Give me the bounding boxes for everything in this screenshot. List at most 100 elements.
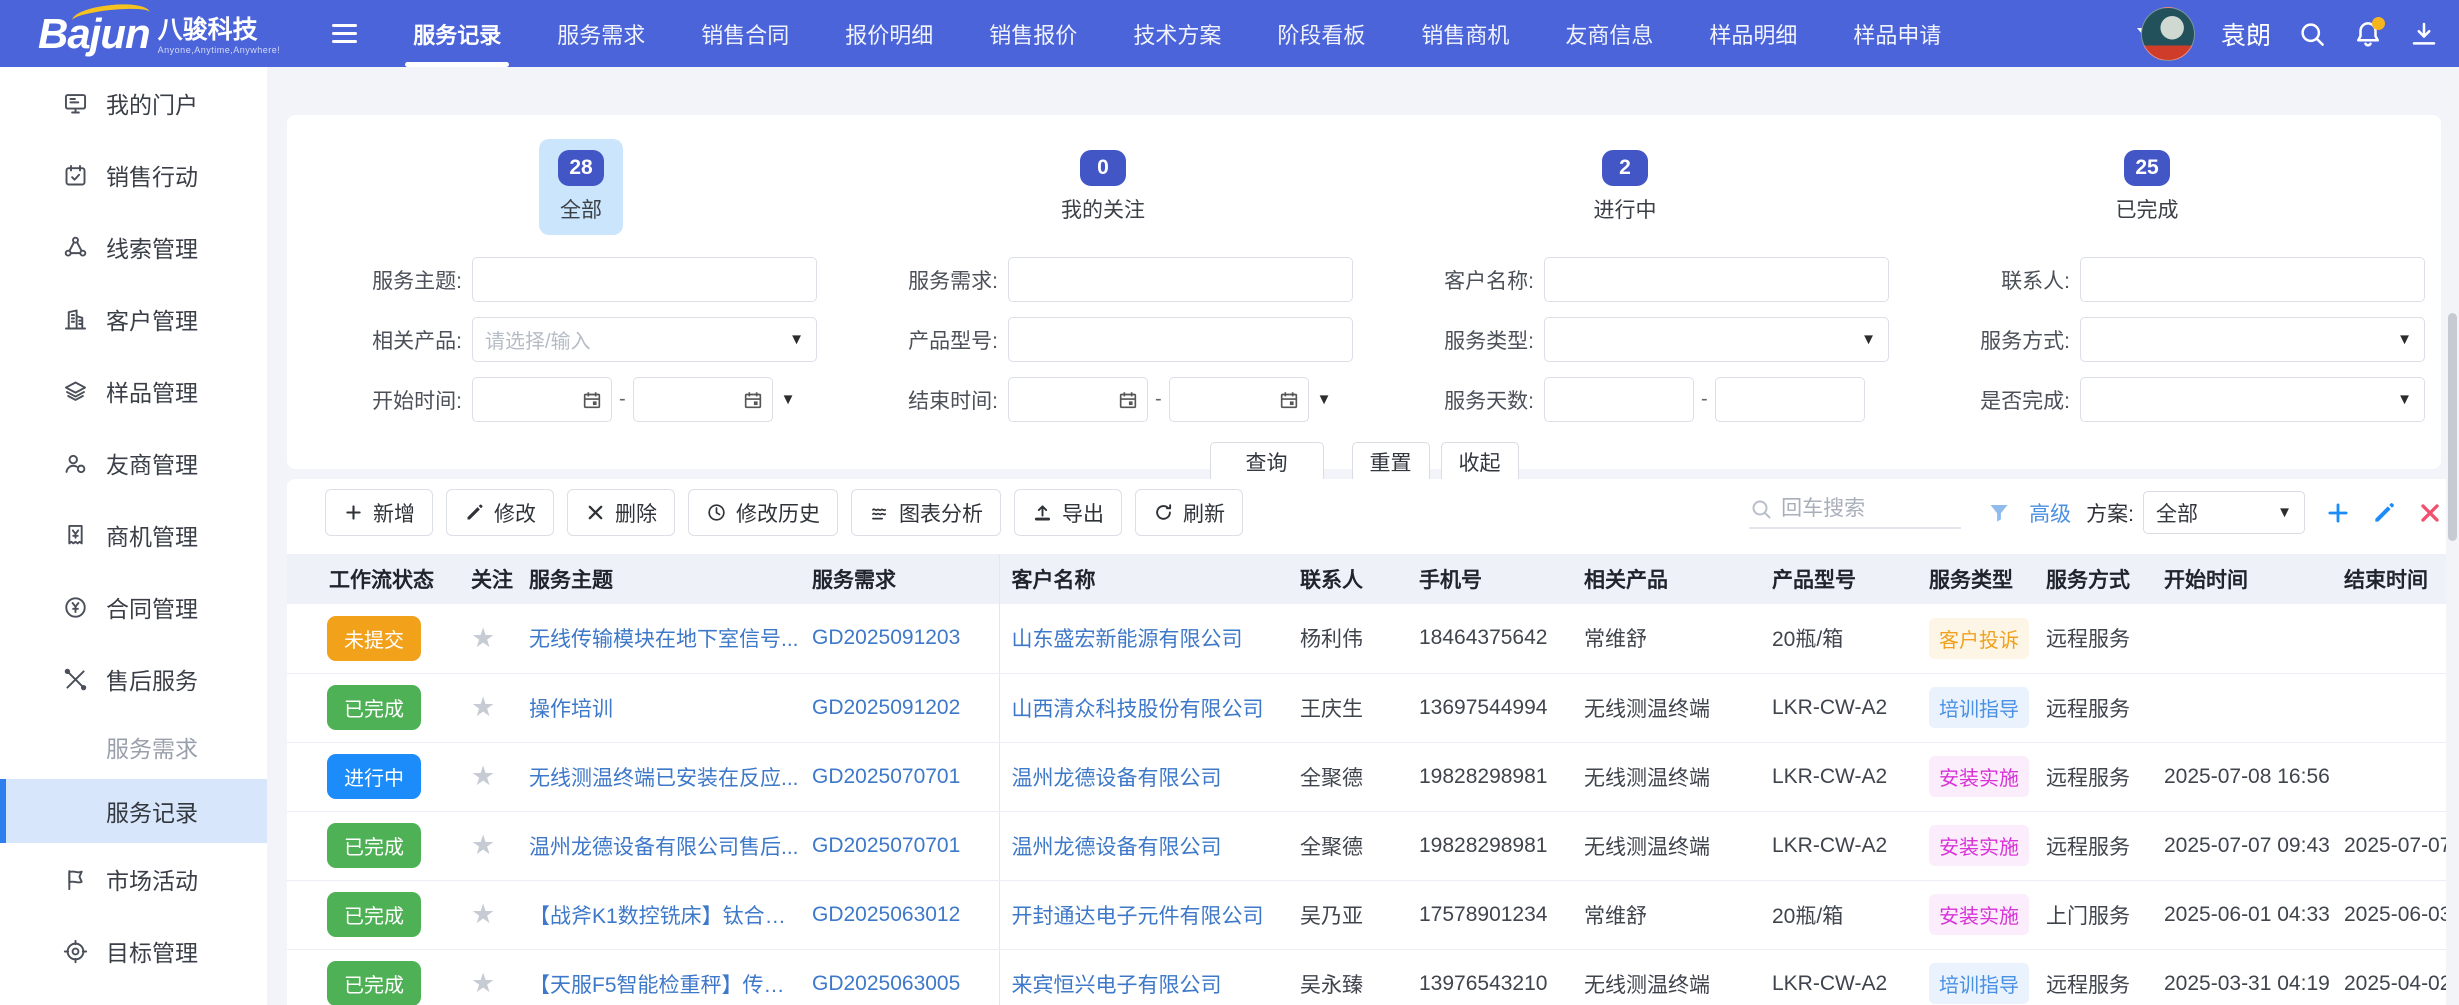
table-row[interactable]: 进行中 ★ 无线测温终端已安装在反应... GD2025070701 温州龙德设… xyxy=(287,742,2459,811)
toolbar-button[interactable]: 新增 xyxy=(325,489,433,536)
nav-tab[interactable]: 销售商机 xyxy=(1411,0,1519,67)
nav-tab[interactable]: 友商信息 xyxy=(1555,0,1663,67)
sidebar-item[interactable]: 市场活动 xyxy=(0,843,267,915)
contact-input[interactable] xyxy=(2080,257,2425,302)
sidebar-item[interactable]: 样品管理 xyxy=(0,355,267,427)
service-topic-link[interactable]: 温州龙德设备有限公司售后... xyxy=(529,831,799,861)
service-topic-link[interactable]: 操作培训 xyxy=(529,693,613,723)
table-row[interactable]: 已完成 ★ 【天服F5智能检重秤】传送... GD2025063005 来宾恒兴… xyxy=(287,949,2459,1005)
page-scrollbar-thumb[interactable] xyxy=(2448,313,2457,541)
collapse-button[interactable]: 收起 xyxy=(1441,442,1519,482)
nav-tab[interactable]: 销售合同 xyxy=(691,0,799,67)
page-scrollbar-track[interactable] xyxy=(2446,67,2459,1005)
filter-funnel-icon[interactable] xyxy=(1987,501,2011,525)
star-icon[interactable]: ★ xyxy=(471,968,495,998)
end-date-to-input[interactable] xyxy=(1169,377,1309,422)
product-model-input[interactable] xyxy=(1008,317,1353,362)
start-date-to-input[interactable] xyxy=(633,377,773,422)
end-date-from-input[interactable] xyxy=(1008,377,1148,422)
bell-icon[interactable] xyxy=(2353,19,2383,49)
customer-link[interactable]: 温州龙德设备有限公司 xyxy=(1012,762,1222,792)
username[interactable]: 袁朗 xyxy=(2221,16,2271,52)
toolbar-button[interactable]: 刷新 xyxy=(1135,489,1243,536)
sidebar-item[interactable]: 合同管理 xyxy=(0,571,267,643)
service-demand-link[interactable]: GD2025091203 xyxy=(812,626,960,650)
avatar[interactable] xyxy=(2141,7,2195,61)
star-icon[interactable]: ★ xyxy=(471,692,495,722)
customer-name-input[interactable] xyxy=(1544,257,1889,302)
sidebar-item[interactable]: 商机管理 xyxy=(0,499,267,571)
status-tab[interactable]: 2 进行中 xyxy=(1364,139,1886,235)
service-method-select[interactable]: ▼ xyxy=(2080,317,2425,362)
is-finished-select[interactable]: ▼ xyxy=(2080,377,2425,422)
service-topic-input[interactable] xyxy=(472,257,817,302)
star-icon[interactable]: ★ xyxy=(471,623,495,653)
service-type-select[interactable]: ▼ xyxy=(1544,317,1889,362)
start-date-from-input[interactable] xyxy=(472,377,612,422)
advanced-link[interactable]: 高级 xyxy=(2029,498,2071,528)
nav-tab[interactable]: 样品申请 xyxy=(1843,0,1951,67)
service-topic-link[interactable]: 【战斧K1数控铣床】钛合金... xyxy=(529,900,800,930)
service-demand-link[interactable]: GD2025063005 xyxy=(812,972,960,996)
query-button[interactable]: 查询 xyxy=(1210,442,1324,482)
scheme-add-icon[interactable] xyxy=(2325,500,2351,526)
reset-button[interactable]: 重置 xyxy=(1352,442,1430,482)
search-icon[interactable] xyxy=(2297,19,2327,49)
service-demand-link[interactable]: GD2025063012 xyxy=(812,903,960,927)
service-topic-link[interactable]: 无线传输模块在地下室信号... xyxy=(529,623,799,653)
scheme-delete-icon[interactable] xyxy=(2417,500,2443,526)
table-row[interactable]: 已完成 ★ 【战斧K1数控铣床】钛合金... GD2025063012 开封通达… xyxy=(287,880,2459,949)
sidebar-item[interactable]: 友商管理 xyxy=(0,427,267,499)
nav-tab[interactable]: 阶段看板 xyxy=(1267,0,1375,67)
status-tab[interactable]: 0 我的关注 xyxy=(842,139,1364,235)
star-icon[interactable]: ★ xyxy=(471,830,495,860)
toolbar-button[interactable]: 图表分析 xyxy=(851,489,1001,536)
service-demand-input[interactable] xyxy=(1008,257,1353,302)
service-demand-link[interactable]: GD2025070701 xyxy=(812,834,960,858)
table-row[interactable]: 未提交 ★ 无线传输模块在地下室信号... GD2025091203 山东盛宏新… xyxy=(287,604,2459,673)
scheme-edit-icon[interactable] xyxy=(2371,500,2397,526)
table-row[interactable]: 已完成 ★ 温州龙德设备有限公司售后... GD2025070701 温州龙德设… xyxy=(287,811,2459,880)
nav-tab[interactable]: 服务记录 xyxy=(403,0,511,67)
star-icon[interactable]: ★ xyxy=(471,761,495,791)
sidebar-item[interactable]: 客户管理 xyxy=(0,283,267,355)
service-topic-link[interactable]: 【天服F5智能检重秤】传送... xyxy=(529,969,800,999)
menu-hamburger-icon[interactable] xyxy=(332,24,357,43)
customer-link[interactable]: 开封通达电子元件有限公司 xyxy=(1012,900,1264,930)
nav-tab[interactable]: 服务需求 xyxy=(547,0,655,67)
sidebar-item[interactable]: 销售行动 xyxy=(0,139,267,211)
status-tab[interactable]: 28 全部 xyxy=(320,139,842,235)
service-days-min-input[interactable] xyxy=(1544,377,1694,422)
customer-link[interactable]: 来宾恒兴电子有限公司 xyxy=(1012,969,1222,999)
status-tab[interactable]: 25 已完成 xyxy=(1886,139,2408,235)
nav-tab[interactable]: 报价明细 xyxy=(835,0,943,67)
quick-search-input[interactable] xyxy=(1781,497,1951,521)
sidebar-item[interactable]: 售后服务 xyxy=(0,643,267,715)
service-days-max-input[interactable] xyxy=(1715,377,1865,422)
customer-link[interactable]: 山西清众科技股份有限公司 xyxy=(1012,693,1264,723)
related-product-select[interactable]: 请选择/输入▼ xyxy=(472,317,817,362)
toolbar-button[interactable]: 修改历史 xyxy=(688,489,838,536)
star-icon[interactable]: ★ xyxy=(471,899,495,929)
sidebar-item[interactable]: 我的门户 xyxy=(0,67,267,139)
sidebar-item[interactable]: 目标管理 xyxy=(0,915,267,987)
toolbar-button[interactable]: 导出 xyxy=(1014,489,1122,536)
table-row[interactable]: 已完成 ★ 操作培训 GD2025091202 山西清众科技股份有限公司 王庆生… xyxy=(287,673,2459,742)
nav-tab[interactable]: 技术方案 xyxy=(1123,0,1231,67)
customer-link[interactable]: 温州龙德设备有限公司 xyxy=(1012,831,1222,861)
sidebar-subitem[interactable]: 服务需求 xyxy=(0,715,267,779)
caret-down-icon[interactable]: ▼ xyxy=(781,391,796,408)
toolbar-button[interactable]: 删除 xyxy=(567,489,675,536)
scheme-select[interactable]: 全部 ▼ xyxy=(2143,491,2305,534)
download-icon[interactable] xyxy=(2409,19,2439,49)
caret-down-icon[interactable]: ▼ xyxy=(1317,391,1332,408)
toolbar-button[interactable]: 修改 xyxy=(446,489,554,536)
service-topic-link[interactable]: 无线测温终端已安装在反应... xyxy=(529,762,799,792)
sidebar-subitem[interactable]: 服务记录 xyxy=(0,779,267,843)
customer-link[interactable]: 山东盛宏新能源有限公司 xyxy=(1012,623,1243,653)
sidebar-item[interactable]: 线索管理 xyxy=(0,211,267,283)
nav-tab[interactable]: 样品明细 xyxy=(1699,0,1807,67)
service-demand-link[interactable]: GD2025091202 xyxy=(812,696,960,720)
nav-tab[interactable]: 销售报价 xyxy=(979,0,1087,67)
service-demand-link[interactable]: GD2025070701 xyxy=(812,765,960,789)
